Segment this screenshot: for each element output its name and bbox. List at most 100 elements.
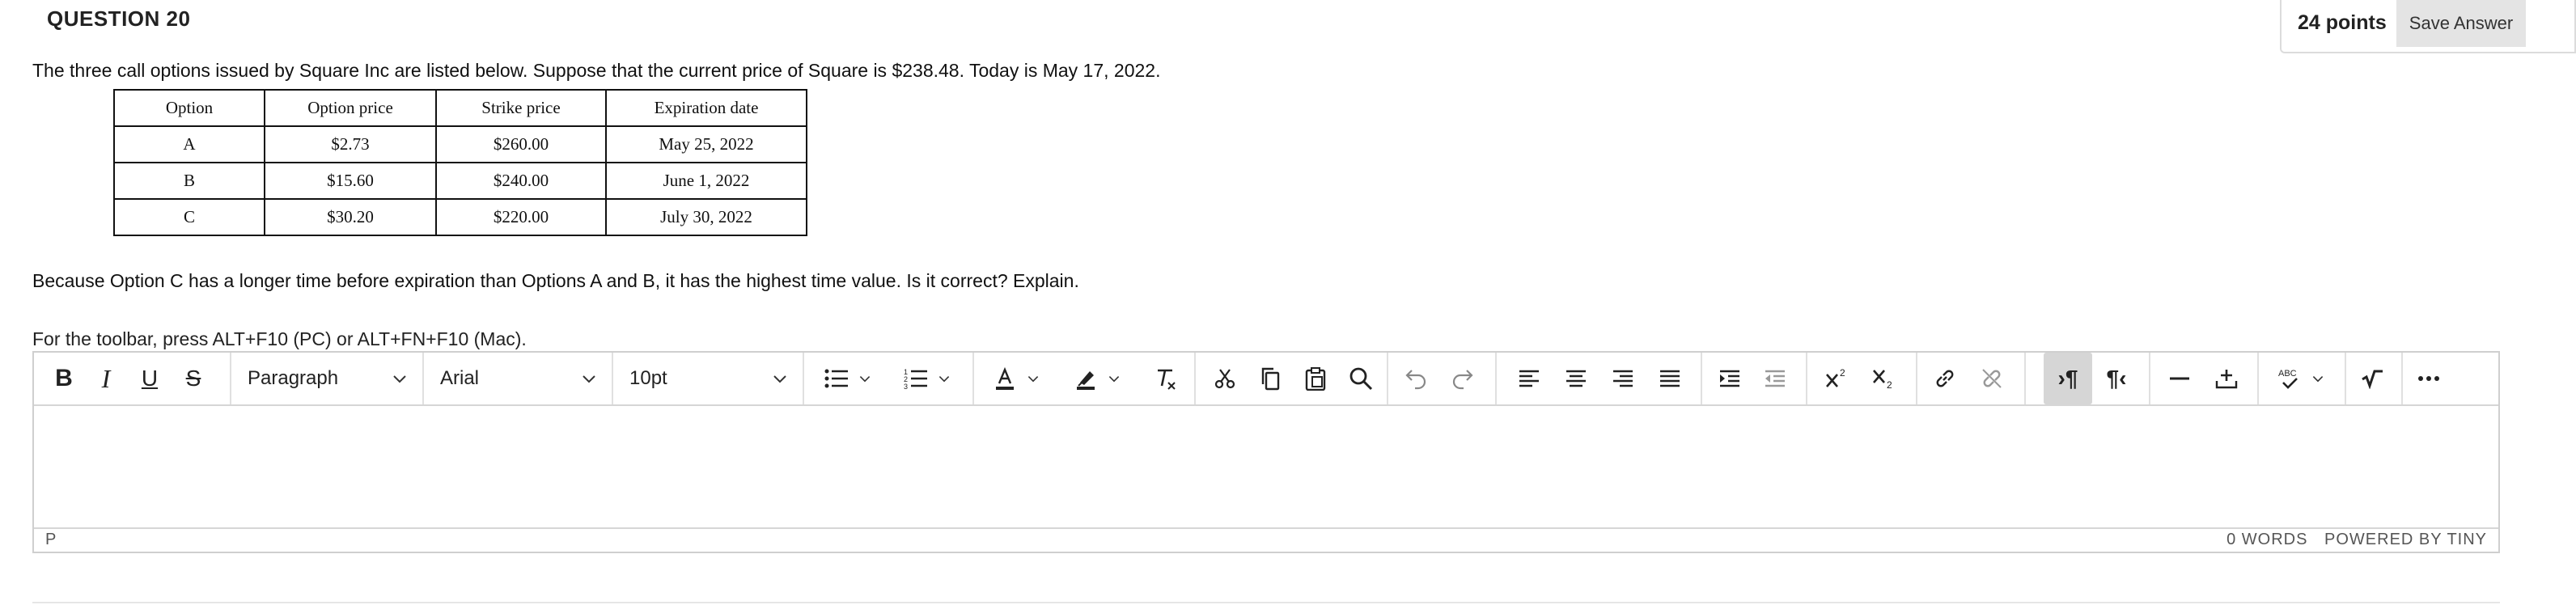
spellcheck-icon: ABC (2277, 366, 2302, 391)
status-right: 0 WORDS POWERED BY TINY (2226, 531, 2487, 549)
chevron-down-icon (581, 370, 597, 387)
chevron-down-icon (938, 372, 951, 385)
paste-button[interactable] (1293, 353, 1338, 404)
more-button[interactable] (2406, 353, 2451, 404)
chevron-down-icon (392, 370, 408, 387)
ltr-button[interactable]: ›¶ (2044, 353, 2092, 404)
toolbar-separator (2345, 353, 2346, 404)
editor-statusbar: P 0 WORDS POWERED BY TINY (34, 527, 2498, 552)
svg-text:3: 3 (904, 383, 908, 390)
powered-by-link[interactable]: POWERED BY TINY (2324, 531, 2487, 548)
chevron-down-icon (2311, 372, 2324, 385)
copy-icon (1259, 366, 1282, 391)
highlight-icon (1074, 366, 1098, 391)
font-family-value: Arial (440, 367, 480, 389)
options-table: Option Option price Strike price Expirat… (113, 89, 807, 236)
table-cell: $30.20 (264, 198, 437, 236)
highlight-button[interactable] (1060, 353, 1134, 404)
math-button[interactable] (2349, 353, 2395, 404)
followup-question: Because Option C has a longer time befor… (32, 270, 1079, 291)
horizontal-rule-button[interactable] (2157, 353, 2202, 404)
table-header: Expiration date (605, 89, 807, 127)
block-format-value: Paragraph (248, 367, 339, 389)
undo-button[interactable] (1393, 353, 1438, 404)
block-format-select[interactable]: Paragraph (231, 353, 422, 404)
strikethrough-icon: S (185, 366, 201, 391)
font-size-select[interactable]: 10pt (613, 353, 803, 404)
toolbar-hint: For the toolbar, press ALT+F10 (PC) or A… (32, 328, 527, 349)
table-row: A $2.73 $260.00 May 25, 2022 (113, 125, 807, 163)
italic-button[interactable]: I (84, 353, 128, 404)
word-count[interactable]: 0 WORDS (2226, 531, 2307, 548)
rich-text-editor: B I U S Paragraph Arial 10pt 1 2 3 2 2 ›… (32, 351, 2500, 553)
rtl-button[interactable]: ¶‹ (2094, 353, 2139, 404)
bold-icon: B (55, 365, 73, 391)
table-row: B $15.60 $240.00 June 1, 2022 (113, 162, 807, 200)
clear-format-button[interactable] (1142, 353, 1188, 404)
numbered-list-button[interactable]: 123 (892, 353, 963, 404)
horizontal-rule-icon (2168, 374, 2191, 383)
superscript-icon: 2 (1824, 367, 1849, 390)
find-button[interactable] (1338, 353, 1383, 404)
table-cell: July 30, 2022 (605, 198, 807, 236)
redo-button[interactable] (1440, 353, 1485, 404)
copy-button[interactable] (1248, 353, 1293, 404)
clear-format-icon (1153, 366, 1177, 391)
text-color-icon (993, 366, 1017, 391)
toolbar-separator (1495, 353, 1497, 404)
numbered-list-icon: 123 (904, 367, 928, 390)
font-family-select[interactable]: Arial (424, 353, 612, 404)
toolbar-separator (803, 353, 804, 404)
table-cell: $15.60 (264, 162, 437, 200)
table-cell: May 25, 2022 (605, 125, 807, 163)
font-size-value: 10pt (629, 367, 667, 389)
points-label: 24 points (2298, 11, 2387, 34)
cut-button[interactable] (1202, 353, 1248, 404)
align-right-button[interactable] (1600, 353, 1646, 404)
superscript-button[interactable]: 2 (1814, 353, 1859, 404)
undo-icon (1404, 367, 1428, 390)
link-icon (1933, 366, 1957, 391)
math-icon (2360, 368, 2384, 389)
toolbar-separator (2024, 353, 2026, 404)
save-answer-button[interactable]: Save Answer (2396, 0, 2526, 47)
toolbar-separator (2257, 353, 2259, 404)
align-right-icon (1612, 369, 1634, 388)
strikethrough-button[interactable]: S (172, 353, 215, 404)
find-icon (1349, 366, 1373, 391)
table-header: Option (113, 89, 265, 127)
table-header: Strike price (435, 89, 607, 127)
element-path[interactable]: P (45, 531, 56, 549)
bullet-list-button[interactable] (812, 353, 883, 404)
divider (32, 602, 2500, 603)
subscript-icon: 2 (1871, 367, 1896, 390)
align-center-button[interactable] (1553, 353, 1599, 404)
toolbar-separator (2149, 353, 2150, 404)
text-color-button[interactable] (979, 353, 1053, 404)
paste-icon (1304, 366, 1327, 391)
table-cell: $240.00 (435, 162, 607, 200)
link-button[interactable] (1922, 353, 1968, 404)
indent-button[interactable] (1707, 353, 1752, 404)
question-prompt: The three call options issued by Square … (32, 60, 1161, 81)
insert-button[interactable] (2204, 353, 2249, 404)
underline-button[interactable]: U (128, 353, 172, 404)
table-cell: A (113, 125, 265, 163)
justify-icon (1659, 369, 1681, 388)
justify-button[interactable] (1647, 353, 1693, 404)
editor-text-area[interactable] (34, 406, 2498, 529)
bold-button[interactable]: B (44, 353, 84, 404)
toolbar-separator (972, 353, 974, 404)
spellcheck-button[interactable]: ABC (2264, 353, 2338, 404)
outdent-button[interactable] (1752, 353, 1798, 404)
table-cell: $220.00 (435, 198, 607, 236)
chevron-down-icon (1108, 372, 1121, 385)
align-left-icon (1518, 369, 1540, 388)
unlink-button[interactable] (1969, 353, 2015, 404)
indent-icon (1718, 369, 1741, 388)
subscript-button[interactable]: 2 (1861, 353, 1906, 404)
cut-icon (1214, 367, 1236, 390)
points-panel: 24 points Save Answer (2280, 0, 2576, 53)
chevron-down-icon (772, 370, 788, 387)
align-left-button[interactable] (1506, 353, 1552, 404)
